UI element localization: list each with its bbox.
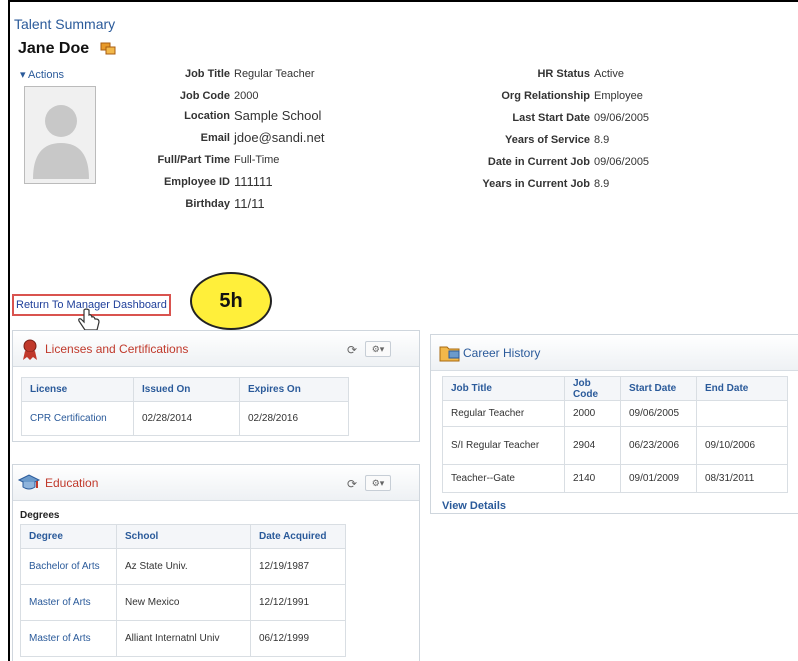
caret-down-icon: ▾	[20, 69, 26, 81]
column-header[interactable]: Degree	[20, 524, 117, 549]
field-label-job-code: Job Code	[179, 90, 230, 102]
table-cell: Alliant Internatnl Univ	[116, 620, 251, 657]
column-header[interactable]: Issued On	[133, 377, 240, 402]
field-label-email: Email	[200, 132, 230, 144]
field-value-employee-id: 111111	[234, 174, 273, 189]
table-cell: Teacher--Gate	[442, 464, 565, 493]
table-cell: 12/12/1991	[250, 584, 346, 621]
table-cell: S/I Regular Teacher	[442, 426, 565, 465]
career-panel-title: Career History	[463, 346, 541, 360]
table-cell: Regular Teacher	[442, 400, 565, 427]
table-header-row: License Issued On Expires On	[21, 377, 349, 402]
table-row: Master of Arts Alliant Internatnl Univ 0…	[20, 620, 346, 657]
table-row: Regular Teacher 2000 09/06/2005	[442, 400, 788, 427]
table-row: S/I Regular Teacher 2904 06/23/2006 09/1…	[442, 426, 788, 465]
table-cell: 09/06/2005	[620, 400, 697, 427]
talent-summary-page: Talent Summary Jane Doe ▾ Actions Job Ti…	[8, 0, 798, 661]
field-label-full-part-time: Full/Part Time	[157, 154, 230, 166]
table-row: Bachelor of Arts Az State Univ. 12/19/19…	[20, 548, 346, 585]
column-header[interactable]: Job Code	[564, 376, 621, 401]
field-label-years-of-service: Years of Service	[504, 134, 590, 146]
field-label-hr-status: HR Status	[537, 68, 590, 80]
field-label-birthday: Birthday	[185, 198, 230, 210]
field-value-full-part-time: Full-Time	[234, 154, 280, 166]
table-cell: 2000	[564, 400, 621, 427]
column-header[interactable]: Job Title	[442, 376, 565, 401]
employee-name: Jane Doe	[18, 40, 90, 57]
column-header[interactable]: School	[116, 524, 251, 549]
field-value-years-of-service: 8.9	[594, 134, 610, 146]
field-value-last-start-date: 09/06/2005	[594, 112, 650, 124]
field-value-birthday: 11/11	[234, 196, 265, 211]
table-cell: 09/10/2006	[696, 426, 788, 465]
graduation-cap-icon	[17, 471, 41, 500]
degrees-table: Degree School Date Acquired Bachelor of …	[20, 524, 346, 657]
column-header[interactable]: Start Date	[620, 376, 697, 401]
table-cell: New Mexico	[116, 584, 251, 621]
licenses-table: License Issued On Expires On CPR Certifi…	[21, 377, 349, 436]
table-cell: 12/19/1987	[250, 548, 346, 585]
folder-icon	[439, 343, 461, 368]
column-header[interactable]: License	[21, 377, 134, 402]
table-cell: 08/31/2011	[696, 464, 788, 493]
field-value-date-in-current-job: 09/06/2005	[594, 156, 650, 168]
view-details-link[interactable]: View Details	[442, 500, 506, 512]
actions-label: Actions	[27, 69, 65, 81]
field-value-job-code: 2000	[234, 90, 259, 102]
degree-link[interactable]: Bachelor of Arts	[20, 548, 117, 585]
degree-link[interactable]: Master of Arts	[20, 584, 117, 621]
refresh-icon[interactable]: ⟳	[347, 477, 357, 491]
education-panel-header: Education ⟳ ⚙▾	[13, 465, 419, 501]
field-value-hr-status: Active	[594, 68, 624, 80]
field-label-last-start-date: Last Start Date	[512, 112, 590, 124]
step-callout: 5h	[190, 272, 272, 330]
gear-menu-icon[interactable]: ⚙▾	[365, 475, 391, 491]
licenses-panel: Licenses and Certifications ⟳ ⚙▾ License…	[12, 330, 420, 442]
field-value-email: jdoe@sandi.net	[234, 130, 325, 145]
table-cell: 06/12/1999	[250, 620, 346, 657]
license-link[interactable]: CPR Certification	[21, 401, 134, 436]
table-header-row: Degree School Date Acquired	[20, 524, 346, 549]
table-cell: 2140	[564, 464, 621, 493]
field-value-job-title: Regular Teacher	[234, 68, 315, 80]
licenses-panel-title: Licenses and Certifications	[45, 342, 189, 356]
table-cell: Az State Univ.	[116, 548, 251, 585]
degree-link[interactable]: Master of Arts	[20, 620, 117, 657]
licenses-panel-header: Licenses and Certifications ⟳ ⚙▾	[13, 331, 419, 367]
field-label-location: Location	[184, 110, 230, 122]
field-value-years-in-current-job: 8.9	[594, 178, 610, 190]
column-header[interactable]: End Date	[696, 376, 788, 401]
field-label-org-relationship: Org Relationship	[501, 90, 590, 102]
field-label-years-in-current-job: Years in Current Job	[482, 178, 590, 190]
education-panel-title: Education	[45, 476, 99, 490]
table-cell: 02/28/2016	[239, 401, 349, 436]
table-row: Master of Arts New Mexico 12/12/1991	[20, 584, 346, 621]
page-title: Talent Summary	[14, 16, 116, 32]
employee-photo	[24, 86, 96, 184]
table-header-row: Job Title Job Code Start Date End Date	[442, 376, 788, 401]
column-header[interactable]: Date Acquired	[250, 524, 346, 549]
field-label-date-in-current-job: Date in Current Job	[487, 156, 590, 168]
field-label-employee-id: Employee ID	[163, 176, 230, 188]
career-history-table: Job Title Job Code Start Date End Date R…	[442, 376, 788, 493]
gear-menu-icon[interactable]: ⚙▾	[365, 341, 391, 357]
table-cell	[696, 400, 788, 427]
table-cell: 06/23/2006	[620, 426, 697, 465]
table-row: Teacher--Gate 2140 09/01/2009 08/31/2011	[442, 464, 788, 493]
table-cell: 09/01/2009	[620, 464, 697, 493]
table-cell: 02/28/2014	[133, 401, 240, 436]
column-header[interactable]: Expires On	[239, 377, 349, 402]
actions-menu[interactable]: ▾ Actions	[20, 68, 64, 81]
ribbon-icon	[21, 339, 39, 366]
table-cell: 2904	[564, 426, 621, 465]
field-value-location: Sample School	[234, 108, 322, 123]
field-label-job-title: Job Title	[184, 68, 230, 80]
related-actions-icon[interactable]	[100, 40, 118, 58]
table-row: CPR Certification 02/28/2014 02/28/2016	[21, 401, 349, 436]
field-value-org-relationship: Employee	[594, 90, 643, 102]
career-panel-header: Career History	[431, 335, 798, 371]
degrees-label: Degrees	[20, 510, 60, 521]
refresh-icon[interactable]: ⟳	[347, 343, 357, 357]
